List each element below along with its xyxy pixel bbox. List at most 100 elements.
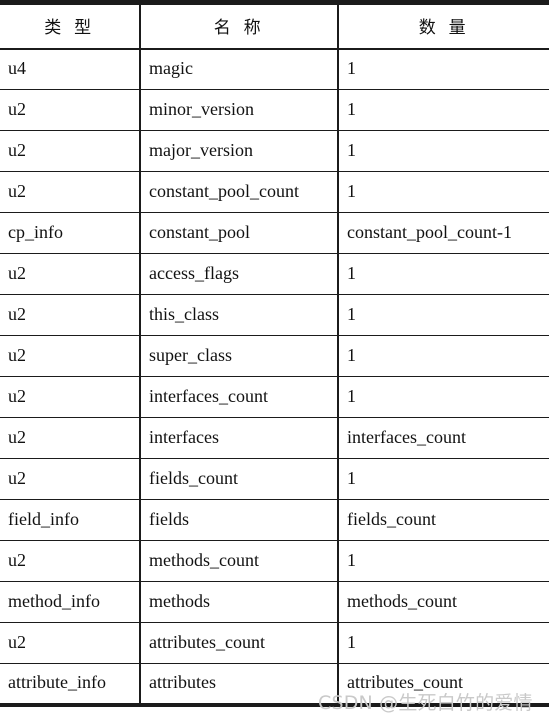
cell-name-text: fields_count: [149, 467, 238, 488]
cell-type-text: u2: [8, 385, 26, 406]
cell-name: fields: [139, 499, 338, 541]
cell-name: interfaces_count: [139, 376, 338, 418]
cell-quantity: 1: [337, 335, 549, 377]
cell-type-text: u2: [8, 303, 26, 324]
cell-name-text: methods_count: [149, 549, 259, 570]
cell-name-text: interfaces: [149, 426, 219, 447]
cell-name-text: constant_pool_count: [149, 180, 299, 201]
table-row: attribute_info attributes attributes_count: [0, 663, 549, 707]
cell-quantity: 1: [337, 540, 549, 582]
cell-name: constant_pool: [139, 212, 338, 254]
cell-name: attributes_count: [139, 622, 338, 664]
cell-quantity-text: methods_count: [347, 590, 457, 611]
cell-name: interfaces: [139, 417, 338, 459]
table-row: u2 attributes_count 1: [0, 622, 549, 664]
table-header-row: 类 型 名 称 数 量: [0, 0, 549, 50]
table-row: field_info fields fields_count: [0, 499, 549, 541]
cell-name-text: constant_pool: [149, 221, 250, 242]
cell-type: cp_info: [0, 212, 140, 254]
cell-type: field_info: [0, 499, 140, 541]
cell-name: constant_pool_count: [139, 171, 338, 213]
cell-name: magic: [139, 48, 338, 90]
cell-quantity-text: constant_pool_count-1: [347, 221, 512, 242]
cell-type-text: cp_info: [8, 221, 63, 242]
cell-name-text: attributes: [149, 671, 216, 692]
cell-name-text: minor_version: [149, 98, 254, 119]
cell-name: methods: [139, 581, 338, 623]
cell-type: u2: [0, 253, 140, 295]
column-header-name: 名 称: [139, 0, 338, 50]
cell-type: method_info: [0, 581, 140, 623]
cell-type: u2: [0, 171, 140, 213]
table-row: u2 constant_pool_count 1: [0, 171, 549, 213]
cell-quantity: attributes_count: [337, 663, 549, 707]
cell-name: minor_version: [139, 89, 338, 131]
cell-type-text: u2: [8, 98, 26, 119]
cell-name: attributes: [139, 663, 338, 707]
cell-type: u2: [0, 294, 140, 336]
cell-type-text: u2: [8, 467, 26, 488]
cell-type-text: attribute_info: [8, 671, 106, 692]
cell-type: u2: [0, 376, 140, 418]
column-header-type: 类 型: [0, 0, 140, 50]
cell-type-text: u2: [8, 549, 26, 570]
cell-quantity: 1: [337, 130, 549, 172]
cell-name: super_class: [139, 335, 338, 377]
cell-quantity-text: fields_count: [347, 508, 436, 529]
cell-name: access_flags: [139, 253, 338, 295]
cell-quantity-text: interfaces_count: [347, 426, 466, 447]
cell-type: u2: [0, 130, 140, 172]
table-row: u2 methods_count 1: [0, 540, 549, 582]
cell-quantity: 1: [337, 376, 549, 418]
cell-type: u2: [0, 335, 140, 377]
cell-name-text: super_class: [149, 344, 232, 365]
table-row: u2 interfaces_count 1: [0, 376, 549, 418]
table-body: u4 magic 1 u2 minor_version 1 u2 major_version 1…: [0, 48, 549, 707]
cell-quantity: constant_pool_count-1: [337, 212, 549, 254]
table-header: 类 型 名 称 数 量: [0, 0, 549, 50]
cell-quantity: 1: [337, 48, 549, 90]
table-row: u2 fields_count 1: [0, 458, 549, 500]
cell-type-text: u2: [8, 180, 26, 201]
cell-name-text: methods: [149, 590, 210, 611]
cell-type: u2: [0, 540, 140, 582]
cell-quantity-text: 1: [347, 344, 356, 365]
cell-type-text: field_info: [8, 508, 79, 529]
cell-type-text: u2: [8, 139, 26, 160]
cell-quantity: interfaces_count: [337, 417, 549, 459]
cell-name-text: fields: [149, 508, 189, 529]
cell-type-text: u2: [8, 631, 26, 652]
cell-type: u2: [0, 622, 140, 664]
cell-type-text: method_info: [8, 590, 100, 611]
cell-name-text: this_class: [149, 303, 219, 324]
cell-name: this_class: [139, 294, 338, 336]
cell-quantity-text: 1: [347, 262, 356, 283]
cell-name-text: magic: [149, 57, 193, 78]
table-row: method_info methods methods_count: [0, 581, 549, 623]
cell-quantity-text: 1: [347, 631, 356, 652]
table-row: u2 access_flags 1: [0, 253, 549, 295]
cell-type-text: u2: [8, 344, 26, 365]
table-row: u2 minor_version 1: [0, 89, 549, 131]
cell-quantity-text: 1: [347, 180, 356, 201]
cell-type-text: u2: [8, 262, 26, 283]
table-row: u2 interfaces interfaces_count: [0, 417, 549, 459]
cell-quantity: 1: [337, 458, 549, 500]
cell-quantity-text: 1: [347, 549, 356, 570]
cell-quantity-text: 1: [347, 303, 356, 324]
cell-type: u2: [0, 89, 140, 131]
cell-type: u2: [0, 417, 140, 459]
cell-type: u2: [0, 458, 140, 500]
cell-name: major_version: [139, 130, 338, 172]
cell-quantity: 1: [337, 171, 549, 213]
table-row: u2 major_version 1: [0, 130, 549, 172]
cell-name: methods_count: [139, 540, 338, 582]
table-row: u2 super_class 1: [0, 335, 549, 377]
class-file-structure-table: 类 型 名 称 数 量 u4 magic 1 u2 minor_version 1 u2 ma…: [0, 0, 549, 707]
column-header-quantity: 数 量: [337, 0, 549, 50]
cell-name-text: interfaces_count: [149, 385, 268, 406]
cell-quantity-text: 1: [347, 57, 356, 78]
cell-quantity: 1: [337, 253, 549, 295]
cell-quantity: fields_count: [337, 499, 549, 541]
cell-quantity: 1: [337, 89, 549, 131]
